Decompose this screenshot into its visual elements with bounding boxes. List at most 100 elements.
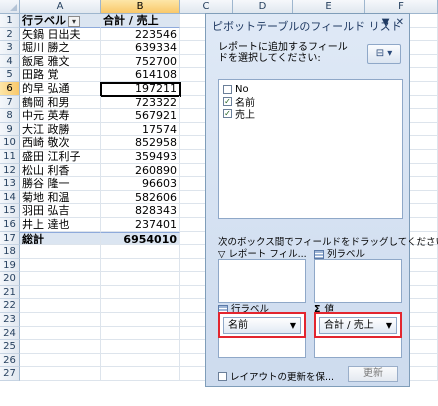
pivot-row-name[interactable]: 堀川 勝之 xyxy=(20,41,101,55)
pivot-row-value[interactable]: 260890 xyxy=(101,163,180,178)
cell[interactable] xyxy=(101,258,180,273)
field-list-layout-button[interactable]: ⊟ ▾ xyxy=(367,44,401,64)
filter-dropdown-icon[interactable]: ▾ xyxy=(68,15,80,27)
close-icon[interactable]: ✕ xyxy=(396,17,404,28)
pivot-row-name[interactable]: 松山 利香 xyxy=(20,163,101,178)
pivot-row-value[interactable]: 723322 xyxy=(101,95,180,110)
row-header[interactable]: 19 xyxy=(0,258,20,273)
cell[interactable] xyxy=(101,285,180,300)
row-field-pill[interactable]: 名前 ▼ xyxy=(223,317,301,334)
pivot-row-name[interactable]: 飯尾 雅文 xyxy=(20,54,101,69)
value-field-pill[interactable]: 合計 / 売上 ▼ xyxy=(319,317,397,334)
pivot-row-value[interactable]: 223546 xyxy=(101,27,180,42)
pivot-row-name[interactable]: 矢鍋 日出夫 xyxy=(20,27,101,42)
chevron-down-icon[interactable]: ▼ xyxy=(386,318,392,333)
pivot-row-value[interactable]: 237401 xyxy=(101,217,180,232)
column-header-e[interactable]: E xyxy=(293,0,365,14)
row-header[interactable]: 22 xyxy=(0,299,20,314)
row-header[interactable]: 18 xyxy=(0,245,20,259)
row-header[interactable]: 15 xyxy=(0,204,20,218)
cell[interactable] xyxy=(101,313,180,327)
row-header[interactable]: 7 xyxy=(0,95,20,110)
chevron-down-icon[interactable]: ▼ xyxy=(290,318,296,333)
row-header[interactable]: 10 xyxy=(0,136,20,150)
row-header[interactable]: 26 xyxy=(0,353,20,368)
cell[interactable] xyxy=(101,326,180,341)
row-header[interactable]: 20 xyxy=(0,272,20,286)
cell[interactable] xyxy=(101,340,180,354)
row-header[interactable]: 4 xyxy=(0,54,20,69)
pivot-value-header[interactable]: 合計 / 売上 xyxy=(101,14,180,28)
column-header-d[interactable]: D xyxy=(233,0,293,14)
pivot-row-name[interactable]: 西崎 敬次 xyxy=(20,136,101,150)
row-header[interactable]: 25 xyxy=(0,340,20,354)
cell[interactable] xyxy=(20,367,101,382)
row-header[interactable]: 8 xyxy=(0,109,20,123)
column-header-b[interactable]: B xyxy=(101,0,180,14)
pivot-row-name[interactable]: 中元 英寿 xyxy=(20,109,101,123)
cell[interactable] xyxy=(20,272,101,286)
cell[interactable] xyxy=(20,245,101,259)
column-header-f[interactable]: F xyxy=(365,0,438,14)
pivot-row-value[interactable]: 197211 xyxy=(101,81,180,96)
row-header[interactable]: 6 xyxy=(0,81,20,96)
cell[interactable] xyxy=(20,313,101,327)
report-filter-drop-area[interactable] xyxy=(218,259,306,303)
cell[interactable] xyxy=(101,272,180,286)
column-labels-drop-area[interactable] xyxy=(314,259,402,303)
field-checkbox[interactable]: ✓ xyxy=(223,108,232,118)
cell[interactable] xyxy=(101,367,180,382)
row-header[interactable]: 11 xyxy=(0,149,20,164)
pane-options-dropdown-icon[interactable]: ▼ xyxy=(382,17,390,28)
update-button[interactable]: 更新 xyxy=(348,366,398,382)
row-header[interactable]: 2 xyxy=(0,27,20,42)
defer-layout-update[interactable]: レイアウトの更新を保... xyxy=(218,369,334,383)
pivot-row-name[interactable]: 井上 達也 xyxy=(20,217,101,232)
cell[interactable] xyxy=(20,299,101,314)
defer-update-checkbox[interactable] xyxy=(218,371,227,381)
row-header[interactable]: 27 xyxy=(0,367,20,382)
row-header[interactable]: 12 xyxy=(0,163,20,178)
pivot-row-label-header[interactable]: 行ラベル ▾ xyxy=(20,14,101,28)
pivot-row-name[interactable]: 羽田 弘吉 xyxy=(20,204,101,218)
row-header[interactable]: 1 xyxy=(0,14,20,28)
row-header[interactable]: 24 xyxy=(0,326,20,341)
row-header[interactable]: 16 xyxy=(0,217,20,232)
field-checkbox[interactable] xyxy=(223,84,232,94)
column-header-c[interactable]: C xyxy=(180,0,233,14)
row-header[interactable]: 5 xyxy=(0,68,20,82)
pivot-row-name[interactable]: 大江 政勝 xyxy=(20,122,101,137)
pivot-row-value[interactable]: 828343 xyxy=(101,204,180,218)
grand-total-label[interactable]: 総計 xyxy=(20,231,101,246)
pivot-row-name[interactable]: 鶴岡 和男 xyxy=(20,95,101,110)
pivot-row-value[interactable]: 96603 xyxy=(101,177,180,191)
grand-total-value[interactable]: 6954010 xyxy=(101,231,180,246)
cell[interactable] xyxy=(101,299,180,314)
pivot-row-name[interactable]: 盛田 江利子 xyxy=(20,149,101,164)
row-header[interactable]: 13 xyxy=(0,177,20,191)
pivot-row-name[interactable]: 菊地 和温 xyxy=(20,190,101,205)
pivot-row-value[interactable]: 359493 xyxy=(101,149,180,164)
cell[interactable] xyxy=(20,340,101,354)
pivot-row-value[interactable]: 17574 xyxy=(101,122,180,137)
pivot-row-name[interactable]: 的早 弘通 xyxy=(20,81,101,96)
pivot-row-value[interactable]: 752700 xyxy=(101,54,180,69)
cell[interactable] xyxy=(101,245,180,259)
pivot-row-value[interactable]: 639334 xyxy=(101,41,180,55)
row-header[interactable]: 23 xyxy=(0,313,20,327)
pivot-row-name[interactable]: 田路 覚 xyxy=(20,68,101,82)
pivot-row-value[interactable]: 582606 xyxy=(101,190,180,205)
cell[interactable] xyxy=(101,353,180,368)
pivot-row-value[interactable]: 567921 xyxy=(101,109,180,123)
field-checkbox[interactable]: ✓ xyxy=(223,96,232,106)
pivot-row-value[interactable]: 614108 xyxy=(101,68,180,82)
row-header[interactable]: 21 xyxy=(0,285,20,300)
pivot-row-value[interactable]: 852958 xyxy=(101,136,180,150)
cell[interactable] xyxy=(20,353,101,368)
row-header[interactable]: 14 xyxy=(0,190,20,205)
row-header[interactable]: 9 xyxy=(0,122,20,137)
column-header-a[interactable]: A xyxy=(20,0,101,14)
row-header[interactable]: 17 xyxy=(0,231,20,246)
cell[interactable] xyxy=(20,258,101,273)
field-item[interactable]: ✓ 売上 xyxy=(223,107,398,121)
